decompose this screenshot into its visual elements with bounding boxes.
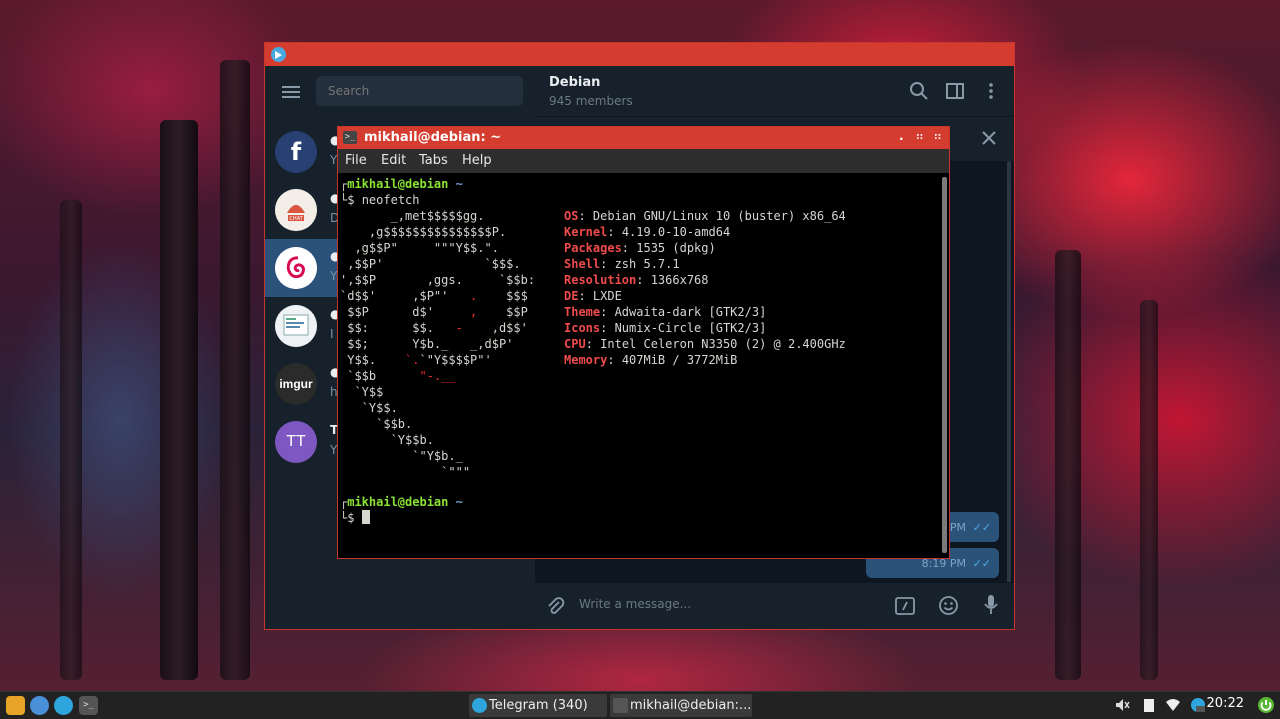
close-icon[interactable] (982, 131, 996, 145)
minimize-icon[interactable]: . (899, 129, 904, 143)
terminal-icon (613, 698, 628, 713)
menu-edit[interactable]: Edit (381, 153, 406, 168)
terminal-scrollbar[interactable] (942, 177, 947, 553)
telegram-launcher-icon[interactable] (54, 696, 73, 715)
task-label: mikhail@debian:... (630, 698, 752, 713)
menu-icon[interactable] (282, 86, 300, 98)
more-icon[interactable] (981, 81, 1001, 101)
terminal-title: mikhail@debian: ~ (364, 130, 502, 145)
terminal-output[interactable]: ┌mikhail@debian ~ └$ neofetch _,met$$$$$… (338, 173, 939, 558)
telegram-icon (472, 698, 487, 713)
tt-avatar: TT (275, 421, 317, 463)
terminal-launcher-icon[interactable]: >_ (79, 696, 98, 715)
search-input[interactable] (316, 76, 523, 106)
input-line[interactable]: └$ (340, 510, 370, 526)
close-icon[interactable]: :: (934, 132, 941, 142)
task-telegram[interactable]: Telegram (340) (469, 694, 607, 717)
fedora-avatar: f (275, 131, 317, 173)
read-checkmark-icon: ✓✓ (972, 557, 991, 570)
wallpaper-tree (1055, 250, 1081, 680)
info-theme: Theme: Adwaita-dark [GTK2/3] (564, 305, 767, 319)
prompt-line: ┌mikhail@debian ~ (340, 495, 463, 509)
browser-icon[interactable] (30, 696, 49, 715)
info-shell: Shell: zsh 5.7.1 (564, 257, 680, 271)
menu-help[interactable]: Help (462, 153, 492, 168)
clipboard-icon[interactable] (1141, 697, 1157, 713)
compose-bar: Write a message... (535, 582, 1014, 629)
chat-avatar: CHAT (275, 189, 317, 231)
scrollbar[interactable] (1007, 161, 1011, 621)
search-icon[interactable] (909, 81, 929, 101)
debian-ascii-logo: _,met$$$$$gg. ,g$$$$$$$$$$$$$$$P. ,g$$P"… (340, 209, 536, 479)
chat-preview: I (330, 327, 334, 341)
terminal-icon: >_ (343, 131, 357, 144)
message-time: PM (949, 521, 966, 534)
svg-text:f: f (291, 138, 302, 166)
info-memory: Memory: 407MiB / 3772MiB (564, 353, 738, 367)
menu-tabs[interactable]: Tabs (419, 153, 448, 168)
text-cursor (361, 510, 370, 524)
chat-header: Debian 945 members (535, 66, 1014, 117)
maximize-icon[interactable]: :: (916, 132, 923, 142)
clock[interactable]: 20:22 (1207, 696, 1244, 711)
volume-muted-icon[interactable] (1114, 697, 1130, 713)
wifi-icon[interactable] (1165, 697, 1181, 713)
svg-text:CHAT: CHAT (289, 216, 303, 222)
chat-title[interactable]: Debian (549, 75, 600, 90)
task-label: Telegram (340) (489, 698, 588, 713)
terminal-window[interactable]: >_ mikhail@debian: ~ . :: :: File Edit T… (337, 126, 950, 559)
telegram-icon (271, 47, 286, 62)
mic-icon[interactable] (983, 594, 999, 616)
power-icon[interactable] (1257, 696, 1275, 714)
telegram-titlebar[interactable] (265, 43, 1014, 66)
info-packages: Packages: 1535 (dpkg) (564, 241, 716, 255)
terminal-menubar: File Edit Tabs Help (338, 149, 949, 173)
menu-file[interactable]: File (345, 153, 367, 168)
imgur-avatar: imgur (275, 363, 317, 405)
info-resolution: Resolution: 1366x768 (564, 273, 709, 287)
emoji-icon[interactable] (938, 595, 959, 616)
info-icons: Icons: Numix-Circle [GTK2/3] (564, 321, 767, 335)
chat-avatar (275, 305, 317, 347)
info-de: DE: LXDE (564, 289, 622, 303)
prompt-line: ┌mikhail@debian ~ (340, 177, 463, 191)
wallpaper-tree (1140, 300, 1158, 680)
telegram-tray-icon[interactable] (1190, 697, 1206, 713)
wallpaper-tree (220, 60, 250, 680)
member-count: 945 members (549, 94, 633, 108)
info-os: OS: Debian GNU/Linux 10 (buster) x86_64 (564, 209, 846, 223)
sidebar-icon[interactable] (945, 81, 965, 101)
file-manager-icon[interactable] (6, 696, 25, 715)
info-kernel: Kernel: 4.19.0-10-amd64 (564, 225, 731, 239)
message-input[interactable]: Write a message... (579, 597, 691, 611)
terminal-titlebar[interactable]: >_ mikhail@debian: ~ . :: :: (338, 127, 949, 149)
commands-icon[interactable] (895, 596, 915, 616)
wallpaper-tree (160, 120, 198, 680)
debian-avatar (275, 247, 317, 289)
attach-icon[interactable] (545, 596, 565, 616)
read-checkmark-icon: ✓✓ (972, 521, 991, 534)
task-terminal[interactable]: mikhail@debian:... (610, 694, 752, 717)
wallpaper-tree (60, 200, 82, 680)
command-line: └$ neofetch (340, 193, 420, 207)
taskbar: >_ Telegram (340) mikhail@debian:... 20:… (0, 691, 1280, 719)
info-cpu: CPU: Intel Celeron N3350 (2) @ 2.400GHz (564, 337, 846, 351)
